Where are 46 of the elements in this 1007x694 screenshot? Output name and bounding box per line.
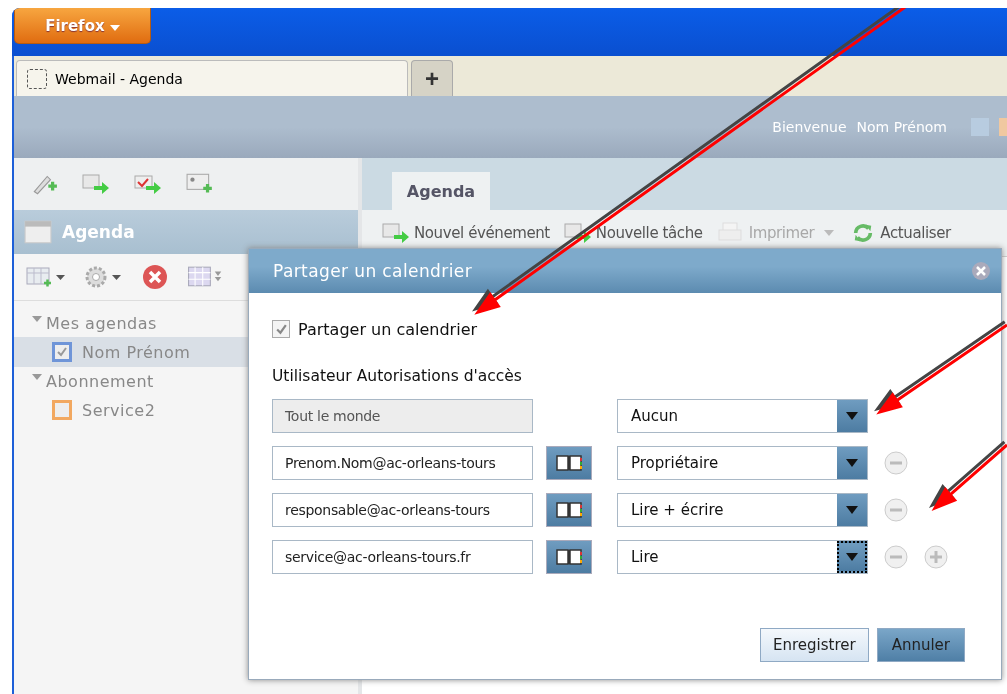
calendar-icon	[24, 220, 52, 244]
remove-icon[interactable]	[884, 498, 908, 522]
permission-select[interactable]: Lire + écrire	[617, 493, 868, 527]
contact-card-add-icon[interactable]	[186, 172, 214, 196]
user-field[interactable]: Prenom.Nom@ac-orleans-tours	[272, 446, 533, 480]
remove-icon[interactable]	[884, 545, 908, 569]
checkmark-icon	[56, 346, 68, 358]
tab-title: Webmail - Agenda	[55, 70, 183, 87]
permission-select[interactable]: Propriétaire	[617, 446, 868, 480]
dialog-title: Partager un calendrier	[273, 261, 473, 281]
toolbar-button[interactable]: Actualiser	[848, 222, 951, 244]
share-label: Partager un calendrier	[298, 319, 478, 339]
agenda-tab[interactable]: Agenda	[392, 172, 490, 210]
save-button[interactable]: Enregistrer	[759, 628, 869, 662]
column-heading: Utilisateur	[272, 367, 352, 387]
address-book-icon[interactable]	[546, 540, 592, 574]
user-name: Nom Prénom	[856, 119, 947, 135]
greeting-text: Bienvenue	[772, 119, 847, 135]
add-icon[interactable]	[924, 545, 948, 569]
column-heading: Autorisations d'accès	[356, 367, 522, 387]
address-book-icon[interactable]	[546, 493, 592, 527]
blank-page-icon	[27, 68, 47, 89]
user-field: Tout le monde	[272, 399, 533, 433]
remove-icon[interactable]	[884, 451, 908, 475]
browser-tab[interactable]: Webmail - Agenda	[16, 60, 408, 96]
address-book-icon[interactable]	[546, 446, 592, 480]
caret-icon	[109, 24, 120, 31]
calendar-add-dropdown-icon[interactable]	[26, 265, 66, 289]
toolbar-button[interactable]: Nouvel événement	[382, 222, 550, 244]
sidebar-title: Agenda	[62, 222, 135, 242]
share-checkbox[interactable]	[272, 320, 290, 338]
checked-mail-arrow-icon[interactable]	[134, 172, 162, 196]
permission-select[interactable]: Aucun	[617, 399, 868, 433]
calendar-checkbox[interactable]	[52, 342, 72, 362]
calendar-checkbox[interactable]	[52, 400, 72, 420]
gear-dropdown-icon[interactable]	[84, 265, 124, 289]
close-icon[interactable]	[971, 261, 991, 281]
cancel-button[interactable]: Annuler	[876, 628, 965, 662]
user-field[interactable]: service@ac-orleans-tours.fr	[272, 540, 533, 574]
delete-icon[interactable]	[142, 264, 168, 290]
permission-select[interactable]: Lire	[617, 540, 868, 574]
calendar-arrow-icon[interactable]	[82, 172, 110, 196]
new-tab-button[interactable]: +	[411, 60, 453, 96]
caret-icon	[824, 230, 835, 236]
user-field[interactable]: responsable@ac-orleans-tours	[272, 493, 533, 527]
theme-swatch[interactable]	[971, 118, 989, 136]
